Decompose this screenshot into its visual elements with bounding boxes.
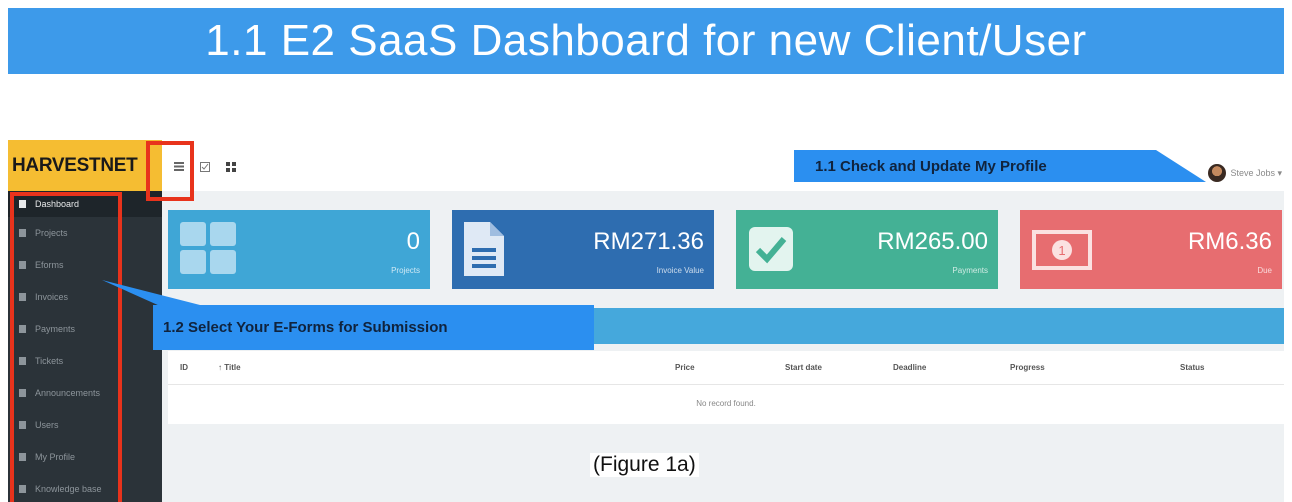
column-header[interactable]: Progress <box>1010 363 1045 372</box>
tile-label: Projects <box>391 266 420 275</box>
svg-text:1: 1 <box>1058 243 1065 258</box>
tile-value: RM271.36 <box>593 228 704 255</box>
eforms-callout: 1.2 Select Your E-Forms for Submission <box>153 305 594 350</box>
eforms-callout-text: 1.2 Select Your E-Forms for Submission <box>163 319 448 336</box>
tile-value: RM6.36 <box>1187 228 1272 255</box>
slide-title: 1.1 E2 SaaS Dashboard for new Client/Use… <box>205 16 1087 65</box>
table-header: ID ↑ Title Price Start date Deadline Pro… <box>168 351 1284 385</box>
eforms-highlight-box <box>10 192 122 502</box>
projects-tile[interactable]: 0 Projects <box>168 210 430 289</box>
column-header[interactable]: Start date <box>785 363 822 372</box>
apps-grid-icon[interactable] <box>226 162 238 172</box>
column-header[interactable]: Status <box>1180 363 1204 372</box>
profile-callout-pointer <box>1148 150 1206 182</box>
profile-callout-text: 1.1 Check and Update My Profile <box>815 157 1047 175</box>
figure-caption: (Figure 1a) <box>590 453 699 477</box>
tile-value: RM265.00 <box>877 228 988 255</box>
payments-tile[interactable]: RM265.00 Payments <box>736 210 998 289</box>
banknote-icon: 1 <box>1032 230 1092 275</box>
profile-callout: 1.1 Check and Update My Profile <box>794 150 1156 182</box>
due-tile[interactable]: 1 RM6.36 Due <box>1020 210 1282 289</box>
checkbox-icon[interactable] <box>200 162 212 172</box>
document-icon <box>464 222 504 281</box>
tile-value: 0 <box>406 228 420 255</box>
logo-text: HARVESTNET <box>12 154 138 176</box>
invoice-value-tile[interactable]: RM271.36 Invoice Value <box>452 210 714 289</box>
empty-state-text: No record found. <box>696 399 756 408</box>
user-name: Steve Jobs ▾ <box>1230 167 1282 178</box>
tile-label: Invoice Value <box>656 266 704 275</box>
app-logo[interactable]: HARVESTNET <box>8 140 162 191</box>
tile-label: Payments <box>952 266 988 275</box>
column-header[interactable]: ↑ Title <box>218 363 241 372</box>
column-header[interactable]: Price <box>675 363 695 372</box>
projects-table: ID ↑ Title Price Start date Deadline Pro… <box>168 351 1284 424</box>
avatar <box>1208 164 1227 182</box>
grid-icon <box>180 222 236 279</box>
check-icon <box>748 226 794 277</box>
menu-highlight-box <box>146 141 194 201</box>
slide: 1.1 E2 SaaS Dashboard for new Client/Use… <box>0 0 1292 502</box>
slide-banner: 1.1 E2 SaaS Dashboard for new Client/Use… <box>8 8 1284 74</box>
tile-label: Due <box>1257 266 1272 275</box>
column-header[interactable]: Deadline <box>893 363 926 372</box>
user-menu[interactable]: Steve Jobs ▾ <box>1208 164 1282 182</box>
column-header[interactable]: ID <box>180 363 188 372</box>
